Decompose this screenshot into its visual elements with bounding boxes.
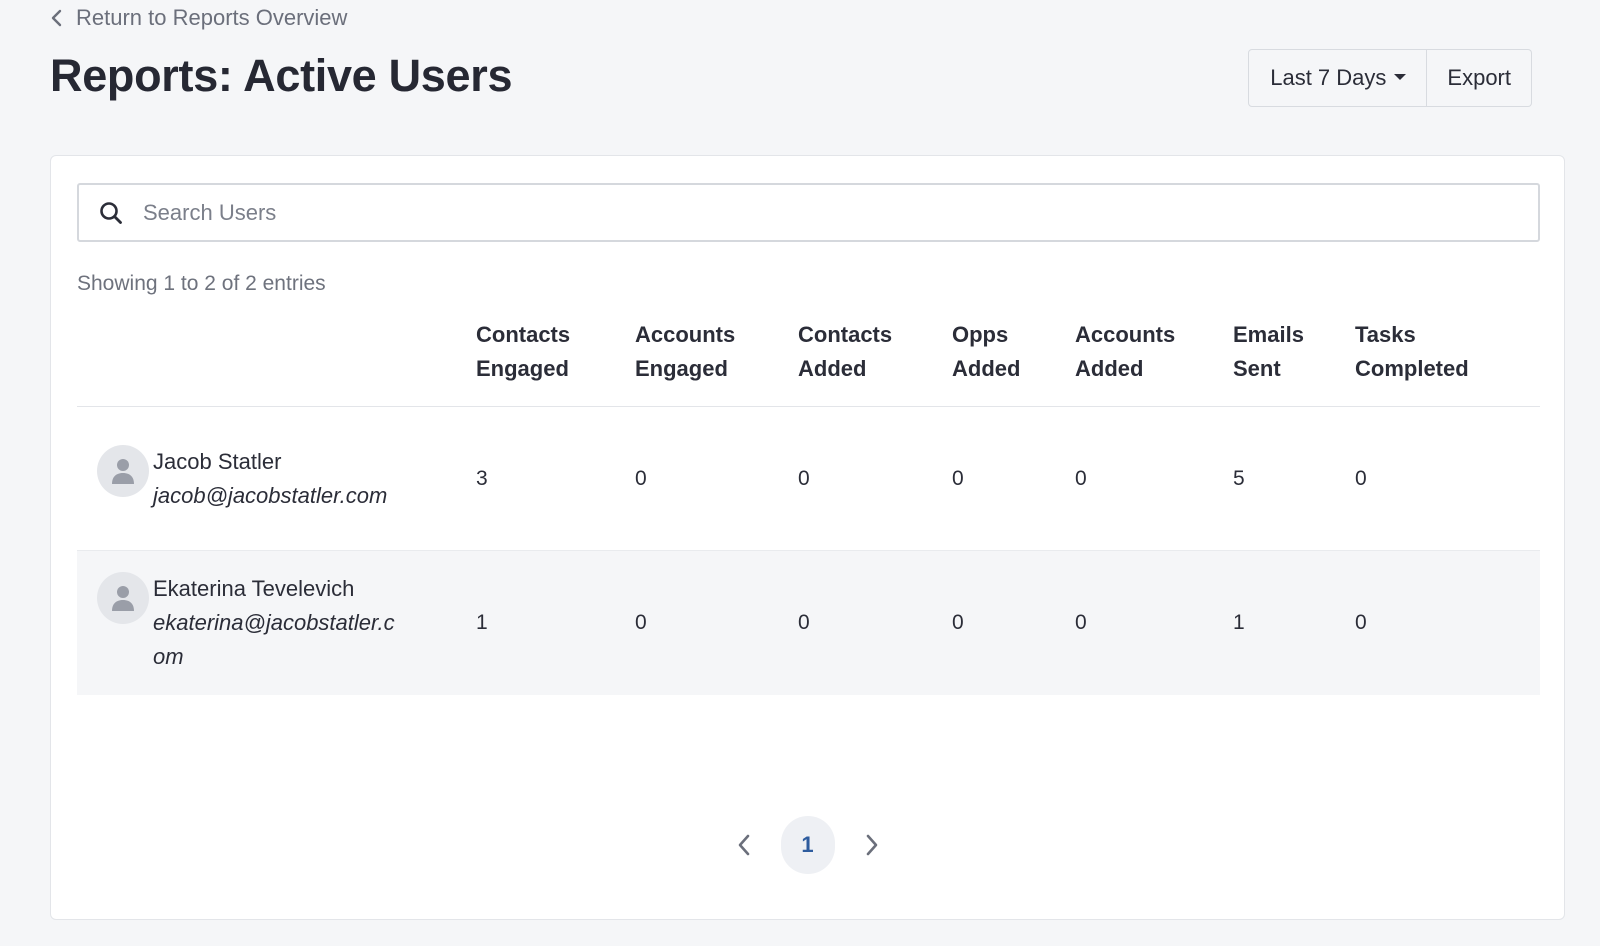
next-page-button[interactable] (855, 828, 889, 862)
column-header-emails-sent[interactable]: Emails Sent (1233, 316, 1355, 407)
cell-opps-added: 0 (952, 406, 1075, 551)
user-cell: Jacob Statler jacob@jacobstatler.com (77, 444, 476, 513)
cell-emails-sent: 1 (1233, 550, 1355, 695)
column-header-contacts-engaged[interactable]: Contacts Engaged (476, 316, 635, 407)
table-header-row: Contacts Engaged Accounts Engaged Contacts… (77, 316, 1540, 407)
cell-accounts-engaged: 0 (635, 550, 798, 695)
search-icon (100, 201, 122, 224)
pagination: 1 (51, 816, 1564, 874)
chevron-left-icon (738, 834, 749, 856)
caret-down-icon (1394, 73, 1407, 80)
user-cell: Ekaterina Tevelevich ekaterina@jacobstat… (77, 571, 476, 674)
chevron-right-icon (866, 834, 877, 856)
user-email: ekaterina@jacobstatler.com (153, 609, 395, 669)
cell-contacts-added: 0 (798, 550, 952, 695)
cell-tasks-completed: 0 (1355, 406, 1540, 551)
user-email: jacob@jacobstatler.com (153, 482, 388, 508)
search-input[interactable] (143, 185, 1538, 240)
back-link-label: Return to Reports Overview (76, 5, 348, 30)
column-header-accounts-engaged[interactable]: Accounts Engaged (635, 316, 798, 407)
date-range-label: Last 7 Days (1270, 65, 1387, 90)
export-button[interactable]: Export (1427, 49, 1532, 107)
report-card: Showing 1 to 2 of 2 entries ContactsEnga… (50, 155, 1565, 920)
cell-contacts-engaged: 1 (476, 550, 635, 695)
cell-contacts-added: 0 (798, 406, 952, 551)
user-name: Jacob Statler (153, 448, 282, 474)
avatar (97, 444, 149, 497)
table-row[interactable]: Ekaterina Tevelevich ekaterina@jacobstat… (77, 550, 1540, 695)
prev-page-button[interactable] (727, 828, 761, 862)
back-to-reports-link[interactable]: Return to Reports Overview (50, 5, 347, 31)
cell-contacts-engaged: 3 (476, 406, 635, 551)
column-header-opps-added[interactable]: Opps Added (952, 316, 1075, 407)
search-box[interactable] (77, 183, 1540, 242)
chevron-left-icon (51, 9, 62, 27)
cell-opps-added: 0 (952, 550, 1075, 695)
cell-emails-sent: 5 (1233, 406, 1355, 551)
page-title: Reports: Active Users (50, 50, 513, 101)
cell-accounts-engaged: 0 (635, 406, 798, 551)
column-header-tasks-completed[interactable]: Tasks Completed (1355, 316, 1540, 407)
user-name: Ekaterina Tevelevich (153, 575, 355, 601)
avatar (97, 571, 149, 624)
table-row[interactable]: Jacob Statler jacob@jacobstatler.com 3 0… (77, 406, 1540, 551)
user-avatar-icon (112, 585, 134, 611)
active-users-table: Contacts Engaged Accounts Engaged Contacts… (77, 316, 1540, 695)
header-actions: Last 7 Days Export (1248, 49, 1532, 107)
entries-summary: Showing 1 to 2 of 2 entries (77, 272, 326, 295)
cell-accounts-added: 0 (1075, 550, 1233, 695)
cell-accounts-added: 0 (1075, 406, 1233, 551)
column-header-user (77, 316, 476, 407)
date-range-dropdown[interactable]: Last 7 Days (1248, 49, 1428, 107)
column-header-contacts-added[interactable]: Contacts Added (798, 316, 952, 407)
user-avatar-icon (112, 458, 134, 484)
page-1-button[interactable]: 1 (780, 816, 835, 874)
cell-tasks-completed: 0 (1355, 550, 1540, 695)
column-header-accounts-added[interactable]: Accounts Added (1075, 316, 1233, 407)
